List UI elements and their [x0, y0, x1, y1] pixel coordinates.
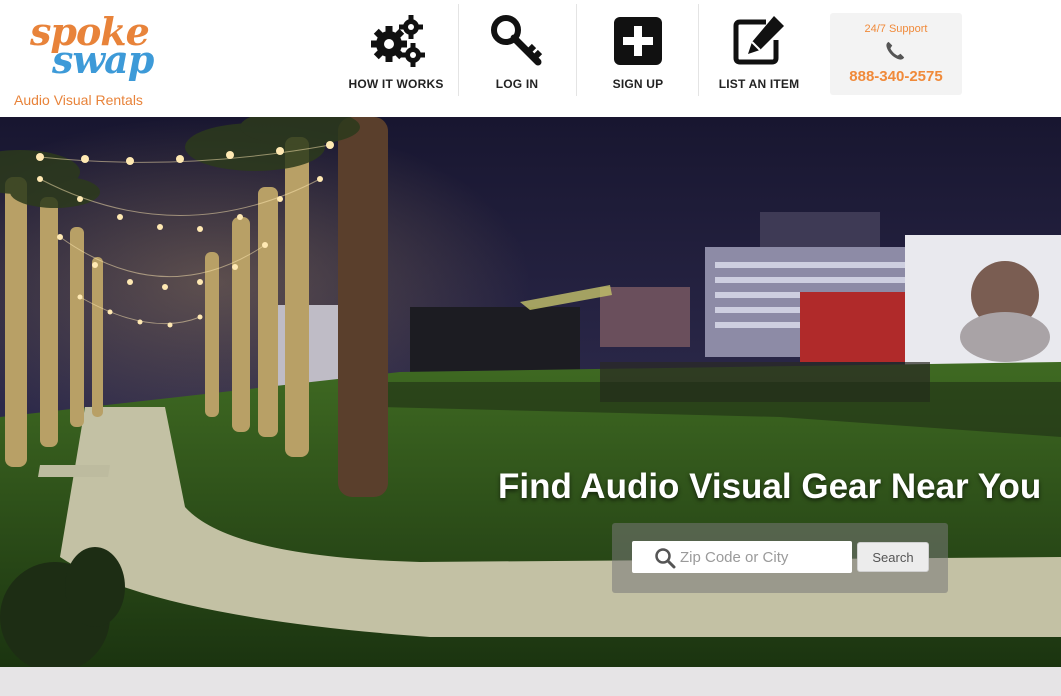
nav-divider: [698, 4, 699, 96]
logo-word-swap: swap: [52, 37, 154, 82]
search-icon: [655, 548, 676, 569]
nav-sign-up[interactable]: SIGN UP: [582, 0, 694, 100]
footer-strip: [0, 667, 1061, 696]
nav-list-an-item[interactable]: LIST AN ITEM: [702, 0, 816, 100]
brand-logo[interactable]: spoke swap Audio Visual Rentals: [14, 8, 174, 112]
key-icon: [491, 15, 543, 66]
brand-tagline: Audio Visual Rentals: [14, 92, 143, 108]
gears-icon: [371, 15, 425, 67]
search-field-wrapper[interactable]: [632, 541, 852, 573]
nav-log-in[interactable]: LOG IN: [462, 0, 572, 100]
site-header: spoke swap Audio Visual Rentals HOW IT W…: [0, 0, 1061, 117]
nav-divider: [458, 4, 459, 96]
support-phone-number[interactable]: 888-340-2575: [830, 68, 962, 85]
search-input[interactable]: [680, 541, 848, 573]
hero-headline: Find Audio Visual Gear Near You: [498, 467, 1042, 506]
support-phone-box[interactable]: 24/7 Support 888-340-2575: [830, 13, 962, 95]
search-button[interactable]: Search: [857, 542, 929, 572]
plus-square-icon: [614, 17, 662, 65]
nav-how-it-works[interactable]: HOW IT WORKS: [338, 0, 454, 100]
edit-pencil-icon: [733, 16, 784, 65]
nav-divider: [576, 4, 577, 96]
nav-label: LOG IN: [495, 77, 539, 91]
nav-label: HOW IT WORKS: [348, 77, 444, 91]
search-panel: Search: [612, 523, 948, 593]
nav-label: SIGN UP: [612, 77, 664, 91]
hero-banner: Find Audio Visual Gear Near You Search: [0, 117, 1061, 667]
nav-label: LIST AN ITEM: [718, 77, 800, 91]
phone-icon: [886, 41, 905, 60]
support-label: 24/7 Support: [864, 23, 928, 35]
